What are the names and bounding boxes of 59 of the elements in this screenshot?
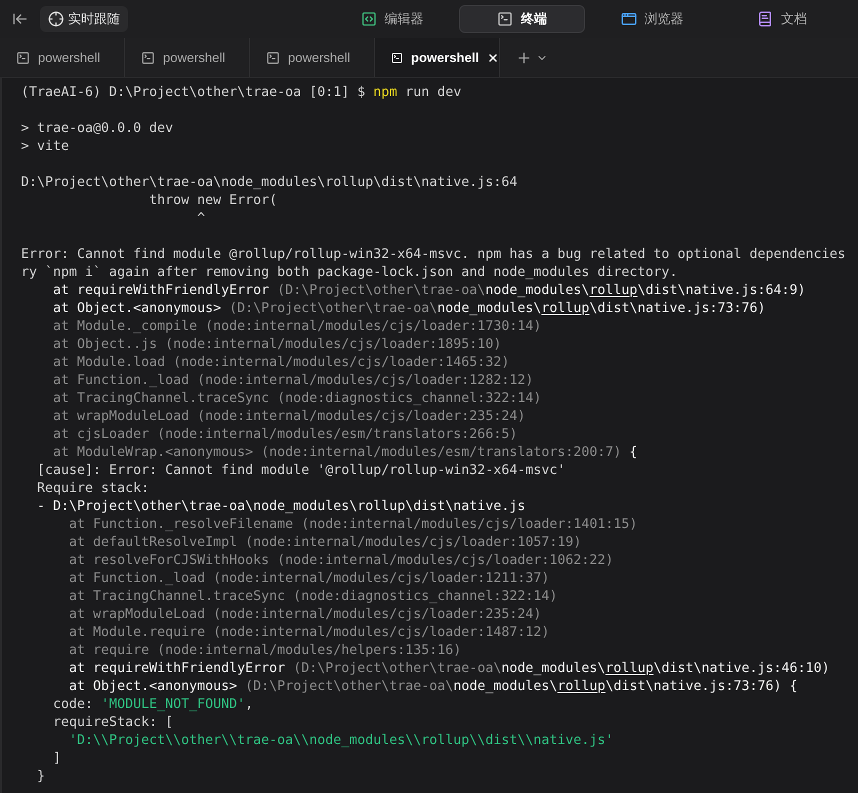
terminal-line: at ModuleWrap.<anonymous> (node:internal/modules/esm/translators:200:7) { — [52, 444, 638, 462]
terminal-line: Require stack: — [36, 480, 150, 498]
view-tab[interactable]: 文档 — [719, 5, 845, 33]
terminal-line: at requireWithFriendlyError (D:\Project\other\trae-oa\node_modules\rollup\dist\native.js:46:10) — [68, 660, 830, 678]
terminal-icon — [141, 50, 155, 64]
terminal-line: > trae-oa@0.0.0 dev — [21, 120, 174, 138]
terminal-line: - D:\Project\other\trae-oa\node_modules\rollup\dist\native.js — [36, 498, 526, 516]
terminal-line: at Function._resolveFilename (node:internal/modules/cjs/loader:1401:15) — [68, 516, 638, 534]
terminal-line: at Module.load (node:internal/modules/cjs/loader:1465:32) — [52, 354, 510, 372]
terminal-line: at resolveForCJSWithHooks (node:internal/modules/cjs/loader:1062:22) — [68, 552, 614, 570]
tab-label: powershell — [38, 48, 100, 67]
terminal-icon — [497, 11, 513, 27]
terminal-line: 'D:\\Project\\other\\trae-oa\\node_modules\\rollup\\dist\\native.js' — [68, 732, 614, 750]
terminal-line: at wrapModuleLoad (node:internal/modules/cjs/loader:235:24) — [52, 408, 526, 426]
terminal-line: (TraeAI-6) D:\Project\other\trae-oa [0:1] $ npm run dev — [21, 84, 462, 102]
view-tab[interactable]: 编辑器 — [329, 5, 455, 33]
terminal-icon — [391, 50, 404, 64]
terminal-line: at Object..js (node:internal/modules/cjs/loader:1895:10) — [52, 336, 502, 354]
tab-label: powershell — [411, 48, 479, 67]
terminal-line: at Object.<anonymous> (D:\Project\other\trae-oa\node_modules\rollup\dist\native.js:73:76) { — [68, 678, 798, 696]
terminal-tab[interactable]: powershell — [0, 38, 125, 77]
terminal-line: Error: Cannot find module @rollup/rollup-win32-x64-msvc. npm has a bug related to optional dependencies — [21, 246, 846, 264]
view-tab[interactable]: 浏览器 — [589, 5, 715, 33]
terminal-line: at Module.require (node:internal/modules/cjs/loader:1487:12) — [68, 624, 550, 642]
terminal-line: > vite — [21, 138, 70, 156]
terminal-icon — [266, 50, 280, 64]
terminal-line: at TracingChannel.traceSync (node:diagnostics_channel:322:14) — [52, 390, 542, 408]
terminal-line: [cause]: Error: Cannot find module '@rollup/rollup-win32-x64-msvc' — [36, 462, 566, 480]
follow-button[interactable]: 实时跟随 — [40, 6, 128, 32]
terminal-line: at Object.<anonymous> (D:\Project\other\trae-oa\node_modules\rollup\dist\native.js:73:76) — [52, 300, 766, 318]
crosshair-icon — [48, 11, 64, 27]
terminal-line: ] — [52, 750, 62, 768]
terminal-line: code: 'MODULE_NOT_FOUND', — [52, 696, 254, 714]
terminal-line: requireStack: [ — [52, 714, 174, 732]
terminal-line: at cjsLoader (node:internal/modules/esm/translators:266:5) — [52, 426, 518, 444]
terminal-icon — [16, 50, 30, 64]
add-icon[interactable] — [516, 50, 532, 66]
terminal-line: at defaultResolveImpl (node:internal/modules/cjs/loader:1057:19) — [68, 534, 582, 552]
terminal-line: } — [36, 768, 46, 786]
window-icon — [620, 11, 636, 27]
tab-label: powershell — [163, 48, 226, 67]
terminal-line: throw new Error( — [148, 192, 278, 210]
terminal-line: at require (node:internal/modules/helpers:135:16) — [68, 642, 462, 660]
tab-label: powershell — [288, 48, 350, 67]
terminal-line: ry `npm i` again after removing both package-lock.json and node_modules directory. — [21, 264, 678, 282]
collapse-icon[interactable] — [12, 11, 28, 27]
terminal-line: at wrapModuleLoad (node:internal/modules/cjs/loader:235:24) — [68, 606, 542, 624]
code-icon — [360, 11, 376, 27]
terminal-line: at Module._compile (node:internal/modules/cjs/loader:1730:14) — [52, 318, 542, 336]
terminal-line: D:\Project\other\trae-oa\node_modules\rollup\dist\native.js:64 — [21, 174, 518, 192]
terminal-tab[interactable]: powershell — [375, 38, 500, 77]
terminal-line: at Function._load (node:internal/modules/cjs/loader:1211:37) — [68, 570, 550, 588]
terminal-line: at requireWithFriendlyError (D:\Project\other\trae-oa\node_modules\rollup\dist\native.js:64:9) — [52, 282, 806, 300]
terminal-line: at TracingChannel.traceSync (node:diagnostics_channel:322:14) — [68, 588, 558, 606]
terminal-tab[interactable]: powershell — [125, 38, 250, 77]
book-icon — [757, 11, 773, 27]
view-tab[interactable]: 终端 — [459, 5, 585, 33]
terminal-line: ^ — [196, 210, 206, 228]
terminal-line: at Function._load (node:internal/modules/cjs/loader:1282:12) — [52, 372, 534, 390]
